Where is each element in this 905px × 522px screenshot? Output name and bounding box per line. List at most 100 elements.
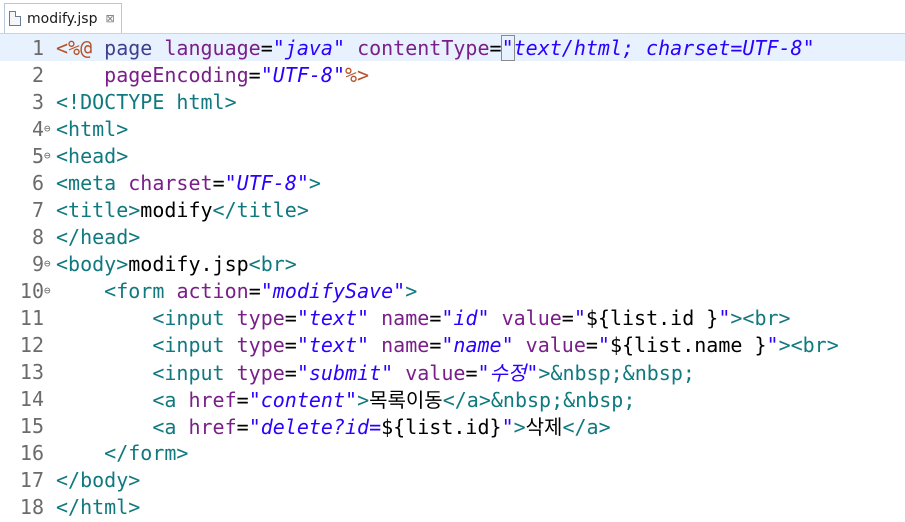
code-token: ><br> [730, 305, 791, 330]
code-line[interactable]: 9 ⊖ <body>modify.jsp<br> [0, 250, 905, 277]
code-token: "text" [296, 332, 370, 357]
line-number: 15 [19, 413, 44, 438]
line-number: 18 [19, 494, 44, 519]
code-token: &nbsp;&nbsp; [550, 361, 695, 385]
line-number: 3 [31, 89, 44, 114]
code-line[interactable]: 1 <%@ page language="java" contentType="t… [0, 34, 905, 61]
line-number: 4 [31, 116, 44, 141]
code-token: page [104, 35, 153, 60]
code-line[interactable]: 18 </html> [0, 493, 905, 520]
code-text: <body>modify.jsp<br> [56, 252, 297, 276]
code-token: </head> [56, 224, 141, 249]
code-token: href [188, 415, 237, 439]
code-token: "id" [441, 305, 490, 330]
code-line[interactable]: 3 <!DOCTYPE html> [0, 88, 905, 115]
code-token: &nbsp;&nbsp; [490, 388, 636, 412]
code-line[interactable]: 12 <input type="text" name="name" value=… [0, 331, 905, 358]
line-number: 10 [19, 278, 44, 303]
code-token: pageEncoding [104, 62, 249, 87]
code-token: value [405, 361, 466, 385]
code-line[interactable]: 4 ⊖ <html> [0, 115, 905, 142]
fold-collapse-icon[interactable]: ⊖ [44, 284, 56, 297]
code-line[interactable]: 6 <meta charset="UTF-8"> [0, 169, 905, 196]
code-text: <html> [56, 117, 128, 141]
code-text: <!DOCTYPE html> [56, 90, 237, 114]
code-token: "submit" [296, 361, 394, 385]
code-token: <meta [56, 170, 117, 195]
tab-modify-jsp[interactable]: modify.jsp ⊠ [4, 3, 122, 33]
code-line[interactable]: 11 <input type="text" name="id" value="$… [0, 304, 905, 331]
code-line[interactable]: 16 </form> [0, 439, 905, 466]
line-number: 17 [19, 467, 44, 492]
code-token: </a> [442, 388, 491, 412]
code-token: " [718, 305, 731, 330]
line-number: 1 [31, 35, 44, 60]
code-token: language [164, 35, 261, 60]
code-token: > [405, 278, 418, 303]
code-token: "delete?id= [248, 415, 382, 439]
code-line[interactable]: 14 <a href="content">목록이동</a>&nbsp;&nbsp… [0, 384, 905, 413]
code-line[interactable]: 8 </head> [0, 223, 905, 250]
code-token: "name" [441, 332, 514, 357]
code-token: = [284, 305, 297, 330]
code-token: name [381, 305, 430, 330]
close-icon[interactable]: ⊠ [105, 12, 114, 25]
code-text: <input type="text" name="id" value="${li… [56, 305, 791, 330]
fold-collapse-icon[interactable]: ⊖ [44, 257, 56, 270]
code-token: type [236, 361, 285, 385]
line-number: 14 [19, 386, 44, 411]
code-token: > [538, 361, 551, 385]
code-token: </form> [104, 440, 189, 465]
code-token: charset [128, 170, 213, 195]
code-text: <a href="delete?id=${list.id}">삭제</a> [56, 411, 610, 440]
editor-tab-bar: modify.jsp ⊠ [0, 0, 905, 34]
code-editor[interactable]: 1 <%@ page language="java" contentType="t… [0, 34, 905, 522]
code-text: <%@ page language="java" contentType="te… [56, 34, 815, 61]
code-token: 목록이동 [369, 388, 443, 412]
code-line[interactable]: 2 pageEncoding="UTF-8"%> [0, 61, 905, 88]
code-token: <input [152, 332, 225, 357]
code-text: <a href="content">목록이동</a>&nbsp;&nbsp; [56, 384, 635, 413]
code-line[interactable]: 13 <input type="submit" value="수정">&nbsp… [0, 358, 905, 386]
code-token: "java" [272, 35, 346, 60]
code-token: <a [152, 415, 177, 439]
code-token: = [465, 361, 478, 385]
code-token: <form [104, 278, 165, 303]
fold-collapse-icon[interactable]: ⊖ [44, 149, 56, 162]
code-text: pageEncoding="UTF-8"%> [56, 63, 369, 87]
code-line[interactable]: 17 </body> [0, 466, 905, 493]
line-number: 9 [31, 251, 44, 276]
code-line[interactable]: 15 <a href="delete?id=${list.id}">삭제</a> [0, 411, 905, 440]
code-token: type [236, 332, 285, 357]
code-token: "text" [296, 305, 370, 330]
code-text: <input type="text" name="name" value="${… [56, 332, 838, 357]
code-token: = [489, 35, 502, 60]
fold-collapse-icon[interactable]: ⊖ [44, 122, 56, 135]
code-token: <!DOCTYPE [56, 89, 165, 114]
code-line[interactable]: 10 ⊖ <form action="modifySave"> [0, 277, 905, 304]
code-token: <body> [56, 251, 129, 276]
code-token: " [766, 332, 779, 357]
line-number: 16 [19, 440, 44, 465]
code-token: = [260, 35, 273, 60]
code-text: </html> [56, 495, 140, 519]
code-line[interactable]: 5 ⊖ <head> [0, 142, 905, 169]
code-token: = [585, 332, 598, 357]
code-token: ${list.id } [585, 305, 719, 330]
code-line[interactable]: 7 <title>modify</title> [0, 196, 905, 223]
